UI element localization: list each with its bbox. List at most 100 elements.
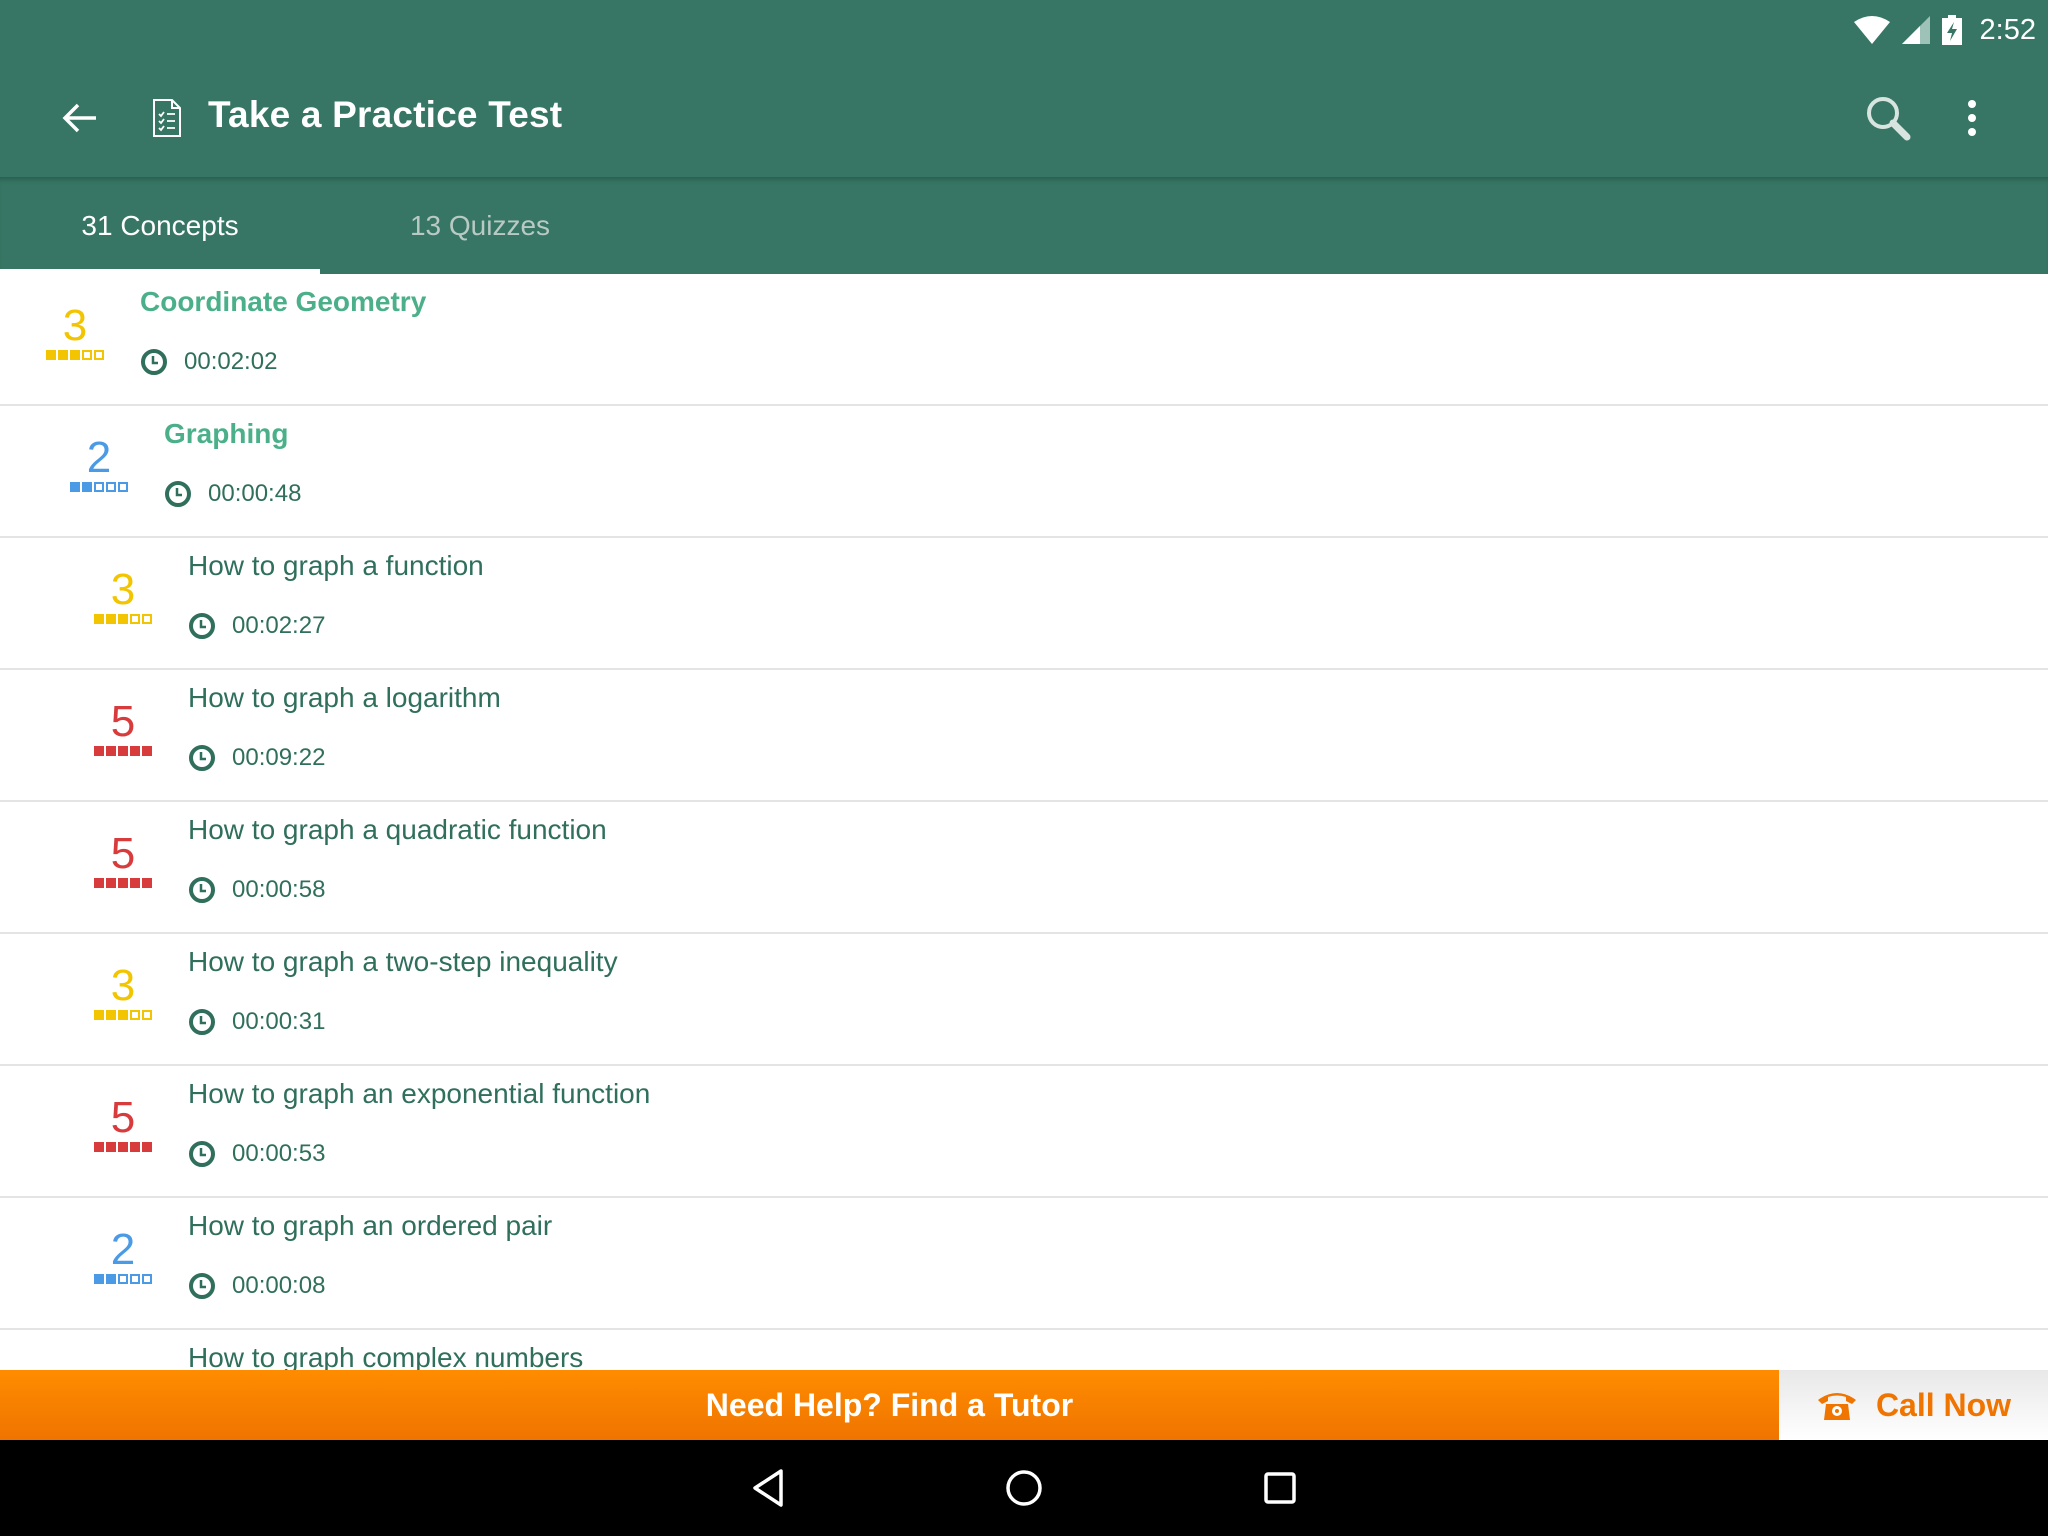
item-duration: 00:02:02: [140, 348, 277, 376]
clock-icon: [189, 613, 215, 639]
list-item[interactable]: 5 How to graph a logarithm 00:09:22: [0, 670, 2048, 802]
list-section-header[interactable]: 3 Coordinate Geometry 00:02:02: [0, 274, 2048, 406]
more-vertical-icon-dot: [1968, 114, 1976, 122]
app-root: 2:52 Take a Practice Test 31 Concepts 13…: [0, 0, 2048, 1536]
search-button[interactable]: [1858, 88, 1918, 148]
wifi-icon: [1853, 16, 1890, 44]
back-triangle-icon: [753, 1469, 783, 1507]
difficulty-box-filled: [130, 746, 140, 756]
tab-bar: 31 Concepts 13 Quizzes: [0, 177, 2048, 274]
duration-text: 00:00:31: [232, 1008, 326, 1035]
nav-recents-button[interactable]: [1250, 1458, 1310, 1518]
difficulty-box-filled: [46, 350, 56, 360]
search-icon: [1867, 97, 1911, 141]
difficulty-box-filled: [94, 1010, 104, 1020]
item-duration: 00:02:27: [188, 612, 325, 640]
duration-text: 00:00:08: [232, 1272, 326, 1299]
difficulty-box-empty: [130, 1274, 140, 1284]
duration-text: 00:02:27: [232, 612, 326, 639]
item-duration: 00:00:48: [164, 480, 301, 508]
item-duration: 00:00:58: [188, 876, 325, 904]
telephone-icon: [1817, 1393, 1856, 1420]
concept-list[interactable]: 3 Coordinate Geometry 00:02:02 2 Graphing 00:…: [0, 274, 2048, 1370]
difficulty-box-filled: [106, 614, 116, 624]
difficulty-box-filled: [130, 1142, 140, 1152]
difficulty-box-filled: [118, 1142, 128, 1152]
list-item[interactable]: 5 How to graph an exponential function 00:…: [0, 1066, 2048, 1198]
duration-text: 00:09:22: [232, 744, 326, 771]
difficulty-badge: 5: [92, 1093, 154, 1152]
cellular-signal-icon: [1901, 16, 1930, 44]
clock-icon: [189, 1009, 215, 1035]
difficulty-badge: 5: [92, 829, 154, 888]
nav-home-button[interactable]: [994, 1458, 1054, 1518]
more-vertical-icon-dot: [1968, 128, 1976, 136]
difficulty-box-filled: [94, 1142, 104, 1152]
back-button[interactable]: [52, 90, 108, 146]
tab-concepts[interactable]: 31 Concepts: [0, 177, 320, 274]
list-section-header[interactable]: 2 Graphing 00:00:48: [0, 406, 2048, 538]
item-title: How to graph complex numbers: [188, 1342, 584, 1370]
difficulty-box-filled: [142, 878, 152, 888]
difficulty-box-empty: [106, 482, 116, 492]
list-item[interactable]: How to graph complex numbers: [0, 1330, 2048, 1370]
difficulty-box-filled: [94, 878, 104, 888]
difficulty-badge: 2: [92, 1228, 154, 1284]
clock-icon: [165, 481, 191, 507]
call-now-button[interactable]: Call Now: [1779, 1370, 2048, 1440]
duration-text: 00:02:02: [184, 348, 278, 375]
status-icons: 2:52: [1853, 8, 2036, 52]
difficulty-box-empty: [142, 614, 152, 624]
difficulty-badge: 3: [44, 301, 106, 360]
duration-text: 00:00:53: [232, 1140, 326, 1167]
tutor-banner: Need Help? Find a Tutor Call Now: [0, 1370, 2048, 1440]
difficulty-box-empty: [118, 482, 128, 492]
difficulty-box-filled: [70, 350, 80, 360]
difficulty-number: 2: [86, 433, 112, 482]
clock-icon: [189, 1273, 215, 1299]
item-duration: 00:09:22: [188, 744, 325, 772]
clock-icon: [189, 877, 215, 903]
more-options-button[interactable]: [1952, 88, 1992, 148]
home-circle-icon: [1006, 1470, 1042, 1506]
difficulty-box-empty: [82, 350, 92, 360]
list-item[interactable]: 2 How to graph an ordered pair 00:00:08: [0, 1198, 2048, 1330]
difficulty-box-filled: [82, 482, 92, 492]
list-item[interactable]: 5 How to graph a quadratic function 00:00:…: [0, 802, 2048, 934]
item-title: How to graph a quadratic function: [188, 814, 607, 845]
duration-text: 00:00:58: [232, 876, 326, 903]
find-tutor-button[interactable]: Need Help? Find a Tutor: [0, 1370, 1779, 1440]
difficulty-number: 5: [110, 1093, 136, 1142]
item-duration: 00:00:31: [188, 1008, 325, 1036]
difficulty-badge: 5: [92, 700, 154, 756]
difficulty-box-filled: [58, 350, 68, 360]
difficulty-box-empty: [130, 614, 140, 624]
item-duration: 00:00:08: [188, 1272, 325, 1300]
item-title: How to graph a logarithm: [188, 682, 501, 713]
difficulty-meter: [94, 1274, 152, 1284]
app-toolbar: Take a Practice Test: [0, 60, 2048, 177]
difficulty-box-filled: [70, 482, 80, 492]
difficulty-number: 3: [62, 301, 88, 350]
duration-text: 00:00:48: [208, 480, 302, 507]
difficulty-box-filled: [106, 1010, 116, 1020]
difficulty-box-filled: [118, 878, 128, 888]
difficulty-badge: 3: [92, 964, 154, 1020]
battery-charging-icon: [1941, 15, 1962, 45]
difficulty-number: 5: [110, 829, 136, 878]
difficulty-meter: [94, 878, 152, 888]
item-title: How to graph an exponential function: [188, 1078, 651, 1109]
difficulty-box-filled: [118, 1010, 128, 1020]
difficulty-number: 3: [110, 565, 136, 614]
tab-quizzes[interactable]: 13 Quizzes: [320, 177, 640, 274]
difficulty-box-filled: [118, 614, 128, 624]
difficulty-box-filled: [106, 878, 116, 888]
more-vertical-icon-dot: [1968, 100, 1976, 108]
status-bar: 2:52: [0, 0, 2048, 60]
list-item[interactable]: 3 How to graph a two-step inequality 00:00…: [0, 934, 2048, 1066]
item-title: How to graph a two-step inequality: [188, 946, 618, 977]
nav-back-button[interactable]: [738, 1458, 798, 1518]
difficulty-box-empty: [118, 1274, 128, 1284]
list-item[interactable]: 3 How to graph a function 00:02:27: [0, 538, 2048, 670]
item-title: How to graph an ordered pair: [188, 1210, 553, 1241]
